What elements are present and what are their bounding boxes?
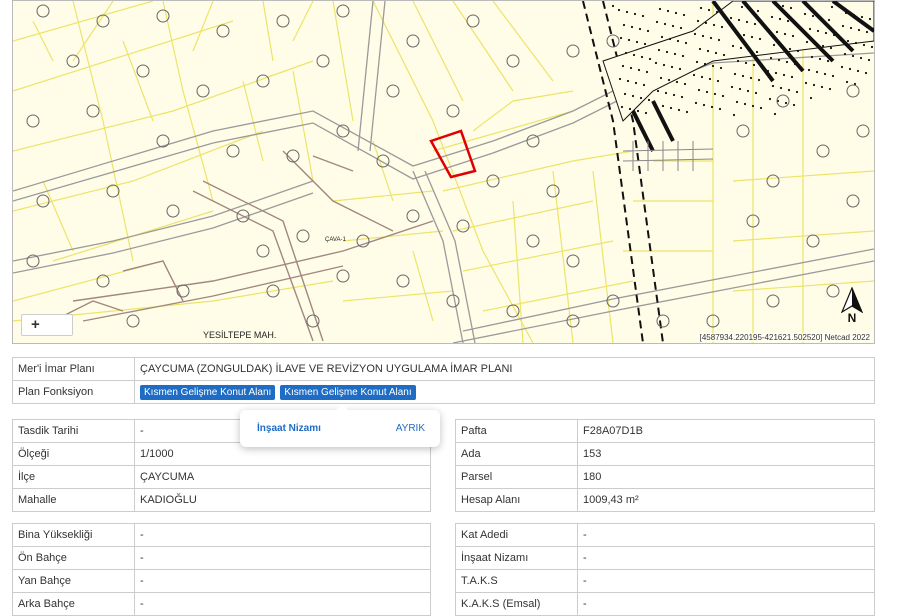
info-label: İnşaat Nizamı bbox=[455, 546, 578, 570]
tooltip-popup: İnşaat Nizamı AYRIK bbox=[240, 404, 440, 447]
road-label: ÇAVA-1 bbox=[325, 237, 346, 243]
building-info-right: Kat Adedi - İnşaat Nizamı - T.A.K.S - K.A.K… bbox=[455, 523, 875, 616]
popup-value: AYRIK bbox=[395, 423, 425, 434]
info-value: - bbox=[577, 546, 875, 570]
north-arrow: N bbox=[838, 287, 866, 325]
table-row: Kat Adedi - bbox=[455, 523, 875, 547]
info-value: 180 bbox=[577, 465, 875, 489]
table-row: Mer'i İmar Planı ÇAYCUMA (ZONGULDAK) İLA… bbox=[12, 357, 875, 381]
table-row: Pafta F28A07D1B bbox=[455, 419, 875, 443]
info-label: Hesap Alanı bbox=[455, 488, 578, 512]
north-label: N bbox=[847, 311, 857, 325]
info-label: Tasdik Tarihi bbox=[12, 419, 135, 443]
plan-label: Mer'i İmar Planı bbox=[12, 357, 135, 381]
table-row: İnşaat Nizamı - bbox=[455, 546, 875, 570]
table-row: Ada 153 bbox=[455, 442, 875, 466]
info-value: F28A07D1B bbox=[577, 419, 875, 443]
table-row: Mahalle KADIOĞLU bbox=[12, 488, 431, 512]
table-row: T.A.K.S - bbox=[455, 569, 875, 593]
table-row: Ön Bahçe - bbox=[12, 546, 431, 570]
function-button-1[interactable]: Kısmen Gelişme Konut Alanı bbox=[140, 384, 276, 400]
table-row: K.A.K.S (Emsal) - bbox=[455, 592, 875, 616]
info-label: Ada bbox=[455, 442, 578, 466]
plan-map[interactable]: + YESİLTEPE MAH. ÇAVA-1 [4587934.220195-… bbox=[12, 0, 875, 344]
neighborhood-label: YESİLTEPE MAH. bbox=[203, 330, 277, 340]
north-arrow-icon bbox=[840, 287, 864, 313]
info-label: İlçe bbox=[12, 465, 135, 489]
info-label: Arka Bahçe bbox=[12, 592, 135, 616]
function-label: Plan Fonksiyon bbox=[12, 380, 135, 404]
info-label: Bina Yüksekliği bbox=[12, 523, 135, 547]
dotted-area bbox=[602, 1, 874, 152]
plan-table: Mer'i İmar Planı ÇAYCUMA (ZONGULDAK) İLA… bbox=[12, 357, 875, 404]
info-label: Pafta bbox=[455, 419, 578, 443]
info-label: T.A.K.S bbox=[455, 569, 578, 593]
info-value: - bbox=[134, 569, 431, 593]
info-value: - bbox=[134, 523, 431, 547]
zoom-in-button[interactable]: + bbox=[21, 314, 73, 336]
info-label: Mahalle bbox=[12, 488, 135, 512]
info-value: - bbox=[577, 592, 875, 616]
table-row: Plan Fonksiyon Kısmen Gelişme Konut Alan… bbox=[12, 380, 875, 404]
table-row: Hesap Alanı 1009,43 m² bbox=[455, 488, 875, 512]
function-button-2[interactable]: Kısmen Gelişme Konut Alanı bbox=[280, 384, 416, 400]
brown-roads bbox=[52, 150, 434, 342]
info-value: KADIOĞLU bbox=[134, 488, 431, 512]
map-canvas[interactable] bbox=[13, 1, 874, 343]
building-info-left: Bina Yüksekliği - Ön Bahçe - Yan Bahçe - Ar… bbox=[12, 523, 431, 616]
info-value: 153 bbox=[577, 442, 875, 466]
info-label: Yan Bahçe bbox=[12, 569, 135, 593]
function-value: Kısmen Gelişme Konut Alanı Kısmen Gelişm… bbox=[134, 380, 875, 404]
info-label: Ön Bahçe bbox=[12, 546, 135, 570]
table-row: Parsel 180 bbox=[455, 465, 875, 489]
info-label: Ölçeği bbox=[12, 442, 135, 466]
table-row: İlçe ÇAYCUMA bbox=[12, 465, 431, 489]
table-row: Arka Bahçe - bbox=[12, 592, 431, 616]
info-label: Kat Adedi bbox=[455, 523, 578, 547]
info-label: Parsel bbox=[455, 465, 578, 489]
info-value: - bbox=[134, 546, 431, 570]
info-value: ÇAYCUMA bbox=[134, 465, 431, 489]
info-value: - bbox=[134, 592, 431, 616]
parcel-info-right: Pafta F28A07D1B Ada 153 Parsel 180 Hesap Al… bbox=[455, 419, 875, 512]
table-row: Bina Yüksekliği - bbox=[12, 523, 431, 547]
popup-key: İnşaat Nizamı bbox=[257, 423, 321, 434]
table-row: Yan Bahçe - bbox=[12, 569, 431, 593]
info-label: K.A.K.S (Emsal) bbox=[455, 592, 578, 616]
plan-value: ÇAYCUMA (ZONGULDAK) İLAVE VE REVİZYON UY… bbox=[134, 357, 875, 381]
info-value: - bbox=[577, 569, 875, 593]
info-value: - bbox=[577, 523, 875, 547]
info-value: 1009,43 m² bbox=[577, 488, 875, 512]
map-coords: [4587934.220195-421621.502520] Netcad 20… bbox=[697, 333, 872, 342]
